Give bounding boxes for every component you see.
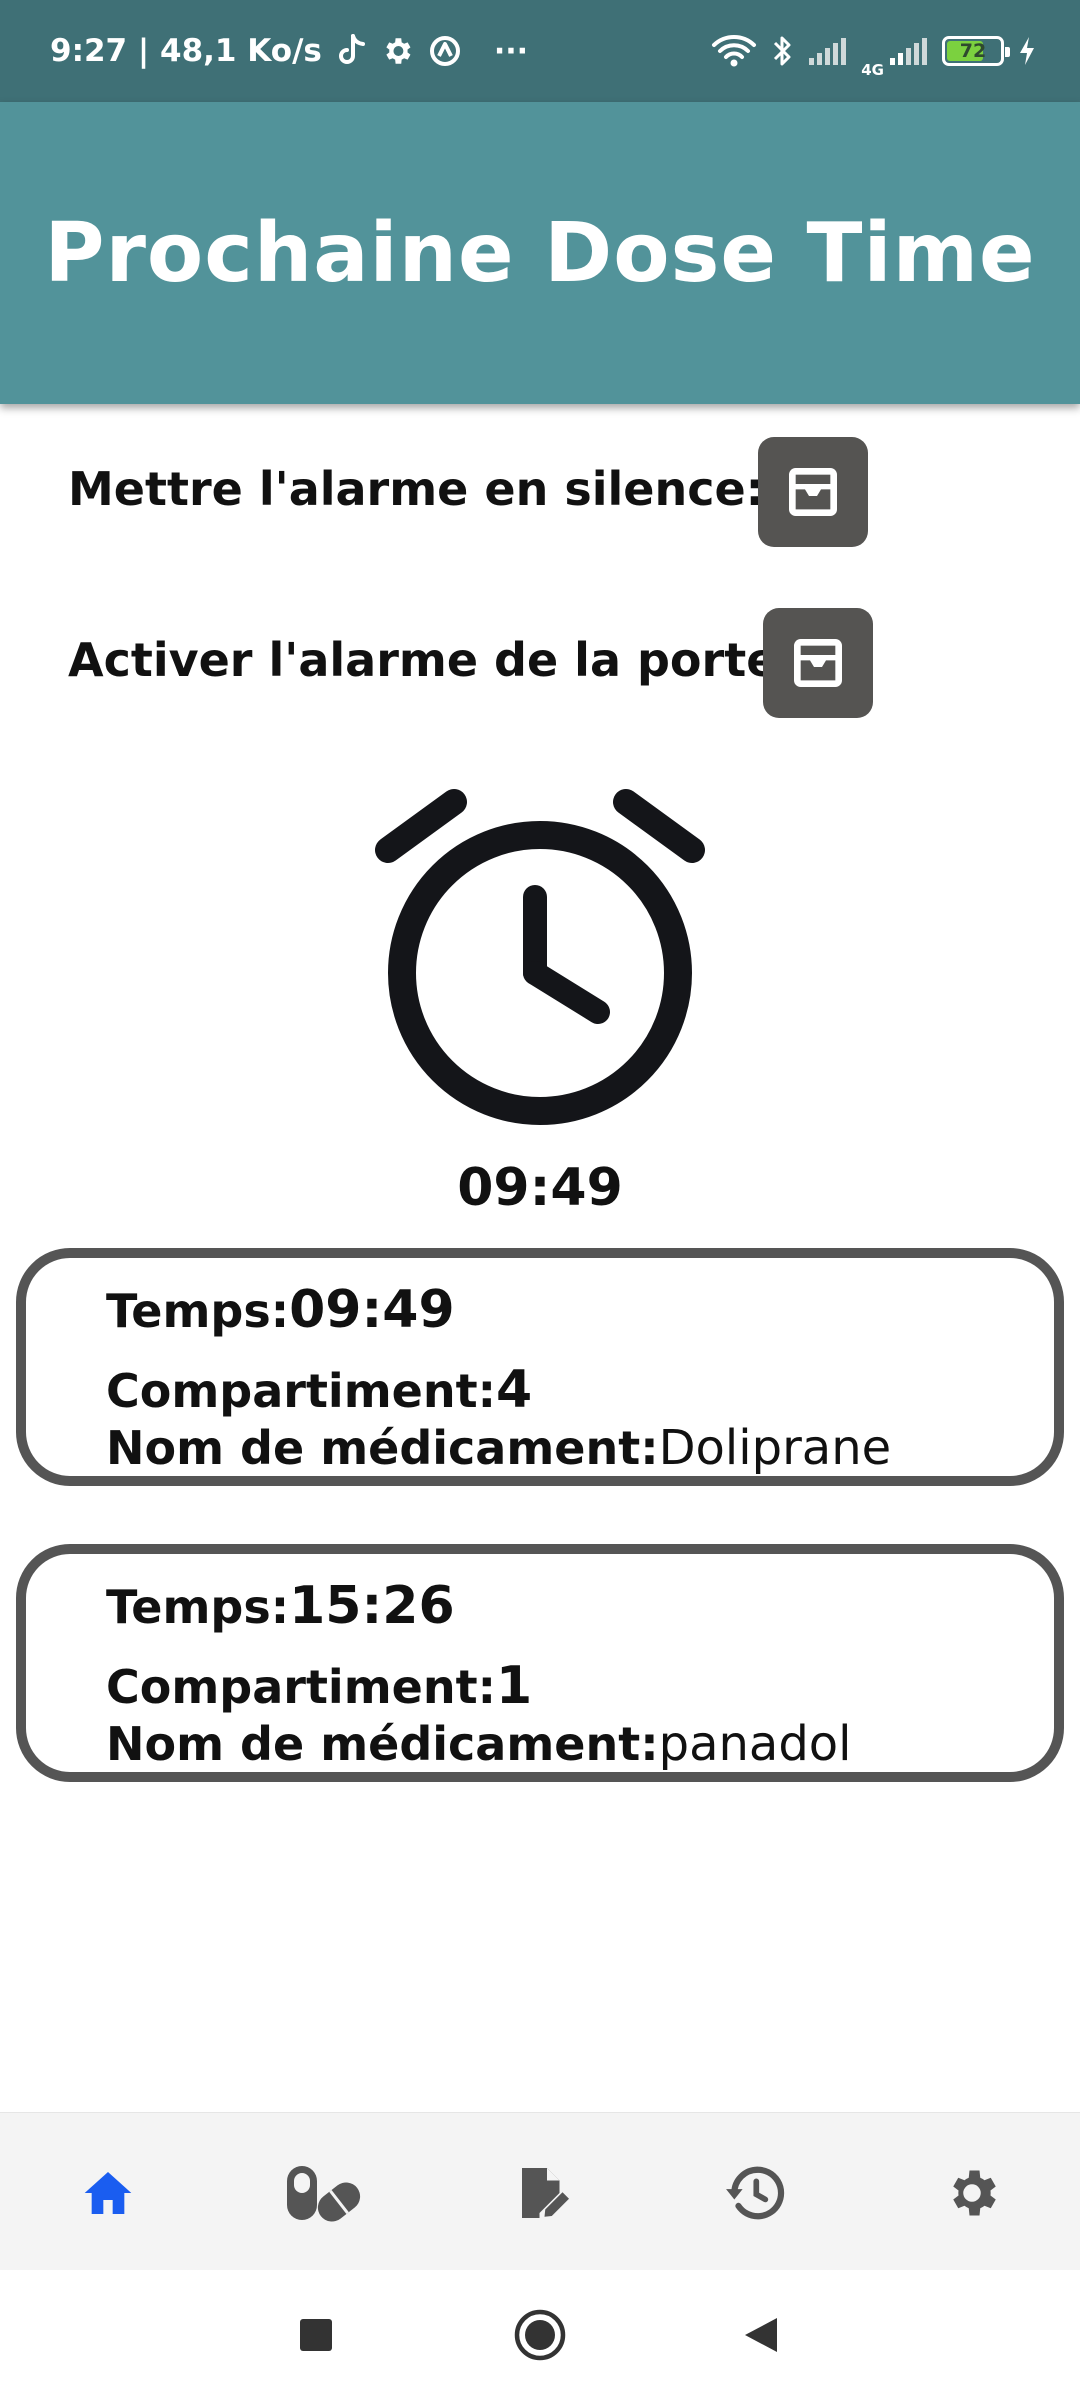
dose-card[interactable]: Temps:15:26 Compartiment:1 Nom de médica… <box>16 1544 1064 1782</box>
bluetooth-icon <box>771 34 793 68</box>
dose-time-value: 09:49 <box>289 1280 455 1340</box>
home-icon <box>84 2172 132 2214</box>
more-notifications-icon: ··· <box>493 33 529 69</box>
nav-home[interactable] <box>68 2153 148 2233</box>
system-navigation-bar <box>0 2270 1080 2400</box>
recents-button[interactable] <box>281 2300 351 2370</box>
tiktok-icon <box>336 34 366 68</box>
inbox-tray-icon <box>794 639 842 687</box>
dose-compartment-label: Compartiment: <box>106 1660 496 1714</box>
recents-square-icon <box>300 2319 332 2351</box>
app-bar: Prochaine Dose Time <box>0 102 1080 404</box>
bottom-navigation <box>0 2112 1080 2271</box>
nav-settings[interactable] <box>932 2153 1012 2233</box>
wifi-icon <box>711 34 757 68</box>
door-alarm-label: Activer l'alarme de la porte : <box>68 633 812 687</box>
silence-alarm-label: Mettre l'alarme en silence: <box>68 462 765 516</box>
dose-compartment-line: Compartiment:1 <box>106 1656 532 1716</box>
vpn-status-icon <box>428 34 462 68</box>
edit-document-icon <box>522 2168 569 2218</box>
dose-medication-value: Doliprane <box>658 1420 892 1476</box>
back-button[interactable] <box>726 2300 796 2370</box>
signal-icon-sim2 <box>888 36 928 66</box>
dose-medication-value: panadol <box>658 1716 852 1772</box>
dose-time-value: 15:26 <box>289 1576 455 1636</box>
dose-time-line: Temps:09:49 <box>106 1280 455 1340</box>
battery-level-text: 72 <box>959 40 987 62</box>
dose-medication-label: Nom de médicament: <box>106 1717 659 1771</box>
status-bar: 9:27 | 48,1 Ko/s ··· 4G 72 <box>0 0 1080 102</box>
dose-compartment-line: Compartiment:4 <box>106 1360 532 1420</box>
alarm-clock-icon <box>370 780 710 1130</box>
home-circle-icon <box>514 2309 566 2361</box>
door-alarm-button[interactable] <box>763 608 873 718</box>
nav-medications[interactable] <box>283 2153 363 2233</box>
battery-icon: 72 <box>942 36 1010 66</box>
dose-time-label: Temps: <box>106 1284 290 1338</box>
nav-history[interactable] <box>715 2153 795 2233</box>
dose-medication-label: Nom de médicament: <box>106 1421 659 1475</box>
dose-medication-line: Nom de médicament:panadol <box>106 1716 851 1772</box>
signal-icon-sim1 <box>807 36 847 66</box>
dose-compartment-value: 1 <box>495 1656 533 1716</box>
app-screen: 9:27 | 48,1 Ko/s ··· 4G 72 Prochaine Dos… <box>0 0 1080 2400</box>
dose-compartment-value: 4 <box>495 1360 533 1420</box>
network-type-label: 4G <box>861 61 884 79</box>
pills-icon <box>287 2166 361 2222</box>
next-dose-time: 09:49 <box>457 1158 623 1218</box>
silence-alarm-button[interactable] <box>758 437 868 547</box>
inbox-tray-icon <box>789 468 837 516</box>
dose-time-line: Temps:15:26 <box>106 1576 455 1636</box>
dose-card[interactable]: Temps:09:49 Compartiment:4 Nom de médica… <box>16 1248 1064 1486</box>
silence-alarm-row: Mettre l'alarme en silence: <box>68 462 764 516</box>
status-right: 4G 72 <box>711 23 1036 79</box>
page-title: Prochaine Dose Time <box>44 205 1036 301</box>
settings-status-icon <box>380 34 414 68</box>
status-left: 9:27 | 48,1 Ko/s ··· <box>50 33 528 69</box>
door-alarm-row: Activer l'alarme de la porte : <box>68 633 812 687</box>
nav-edit-prescription[interactable] <box>502 2153 582 2233</box>
dose-compartment-label: Compartiment: <box>106 1364 496 1418</box>
status-time-speed: 9:27 | 48,1 Ko/s <box>50 33 322 69</box>
home-system-button[interactable] <box>505 2300 575 2370</box>
history-icon <box>726 2166 785 2220</box>
dose-time-label: Temps: <box>106 1580 290 1634</box>
charging-bolt-icon <box>1018 36 1036 66</box>
dose-medication-line: Nom de médicament:Doliprane <box>106 1420 891 1476</box>
battery-nub <box>1005 47 1010 57</box>
settings-gear-icon <box>953 2170 996 2216</box>
back-triangle-icon <box>745 2318 777 2352</box>
